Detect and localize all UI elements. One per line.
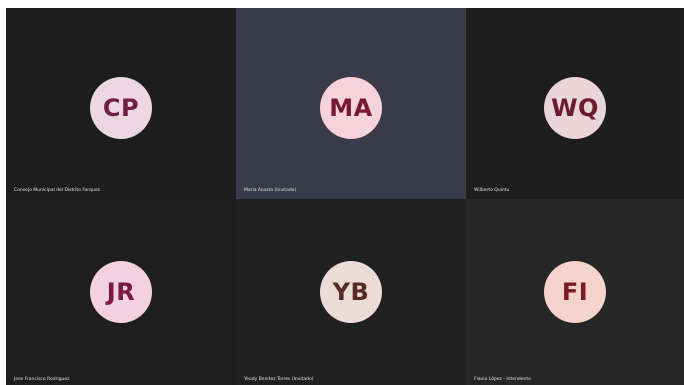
video-grid: CP Consejo Municipal del Distrito Farque…	[6, 8, 684, 385]
participant-tile-fi[interactable]: FI Flavia López - Intendente	[466, 199, 684, 385]
participant-avatar: CP	[90, 77, 152, 139]
participant-name: Flavia López - Intendente	[474, 377, 531, 382]
participant-tile-wq[interactable]: WQ Wilberto Quintu	[466, 8, 684, 199]
participant-avatar: WQ	[544, 77, 606, 139]
participant-avatar: FI	[544, 261, 606, 323]
participant-name: Yeudy Benitez Torres (Invitado)	[244, 377, 314, 382]
participant-tile-ma[interactable]: MA Maria Acosta (Invitado)	[236, 8, 466, 199]
participant-avatar: MA	[320, 77, 382, 139]
participant-avatar: JR	[90, 261, 152, 323]
participant-tile-cp[interactable]: CP Consejo Municipal del Distrito Farque…	[6, 8, 236, 199]
participant-name: Maria Acosta (Invitado)	[244, 188, 297, 193]
participant-avatar: YB	[320, 261, 382, 323]
participant-tile-yb[interactable]: YB Yeudy Benitez Torres (Invitado)	[236, 199, 466, 385]
participant-tile-jr[interactable]: JR Jose Francisco Rodriguez	[6, 199, 236, 385]
participant-name: Consejo Municipal del Distrito Farquez	[14, 188, 100, 193]
participant-name: Wilberto Quintu	[474, 188, 510, 193]
participant-name: Jose Francisco Rodriguez	[14, 377, 70, 382]
